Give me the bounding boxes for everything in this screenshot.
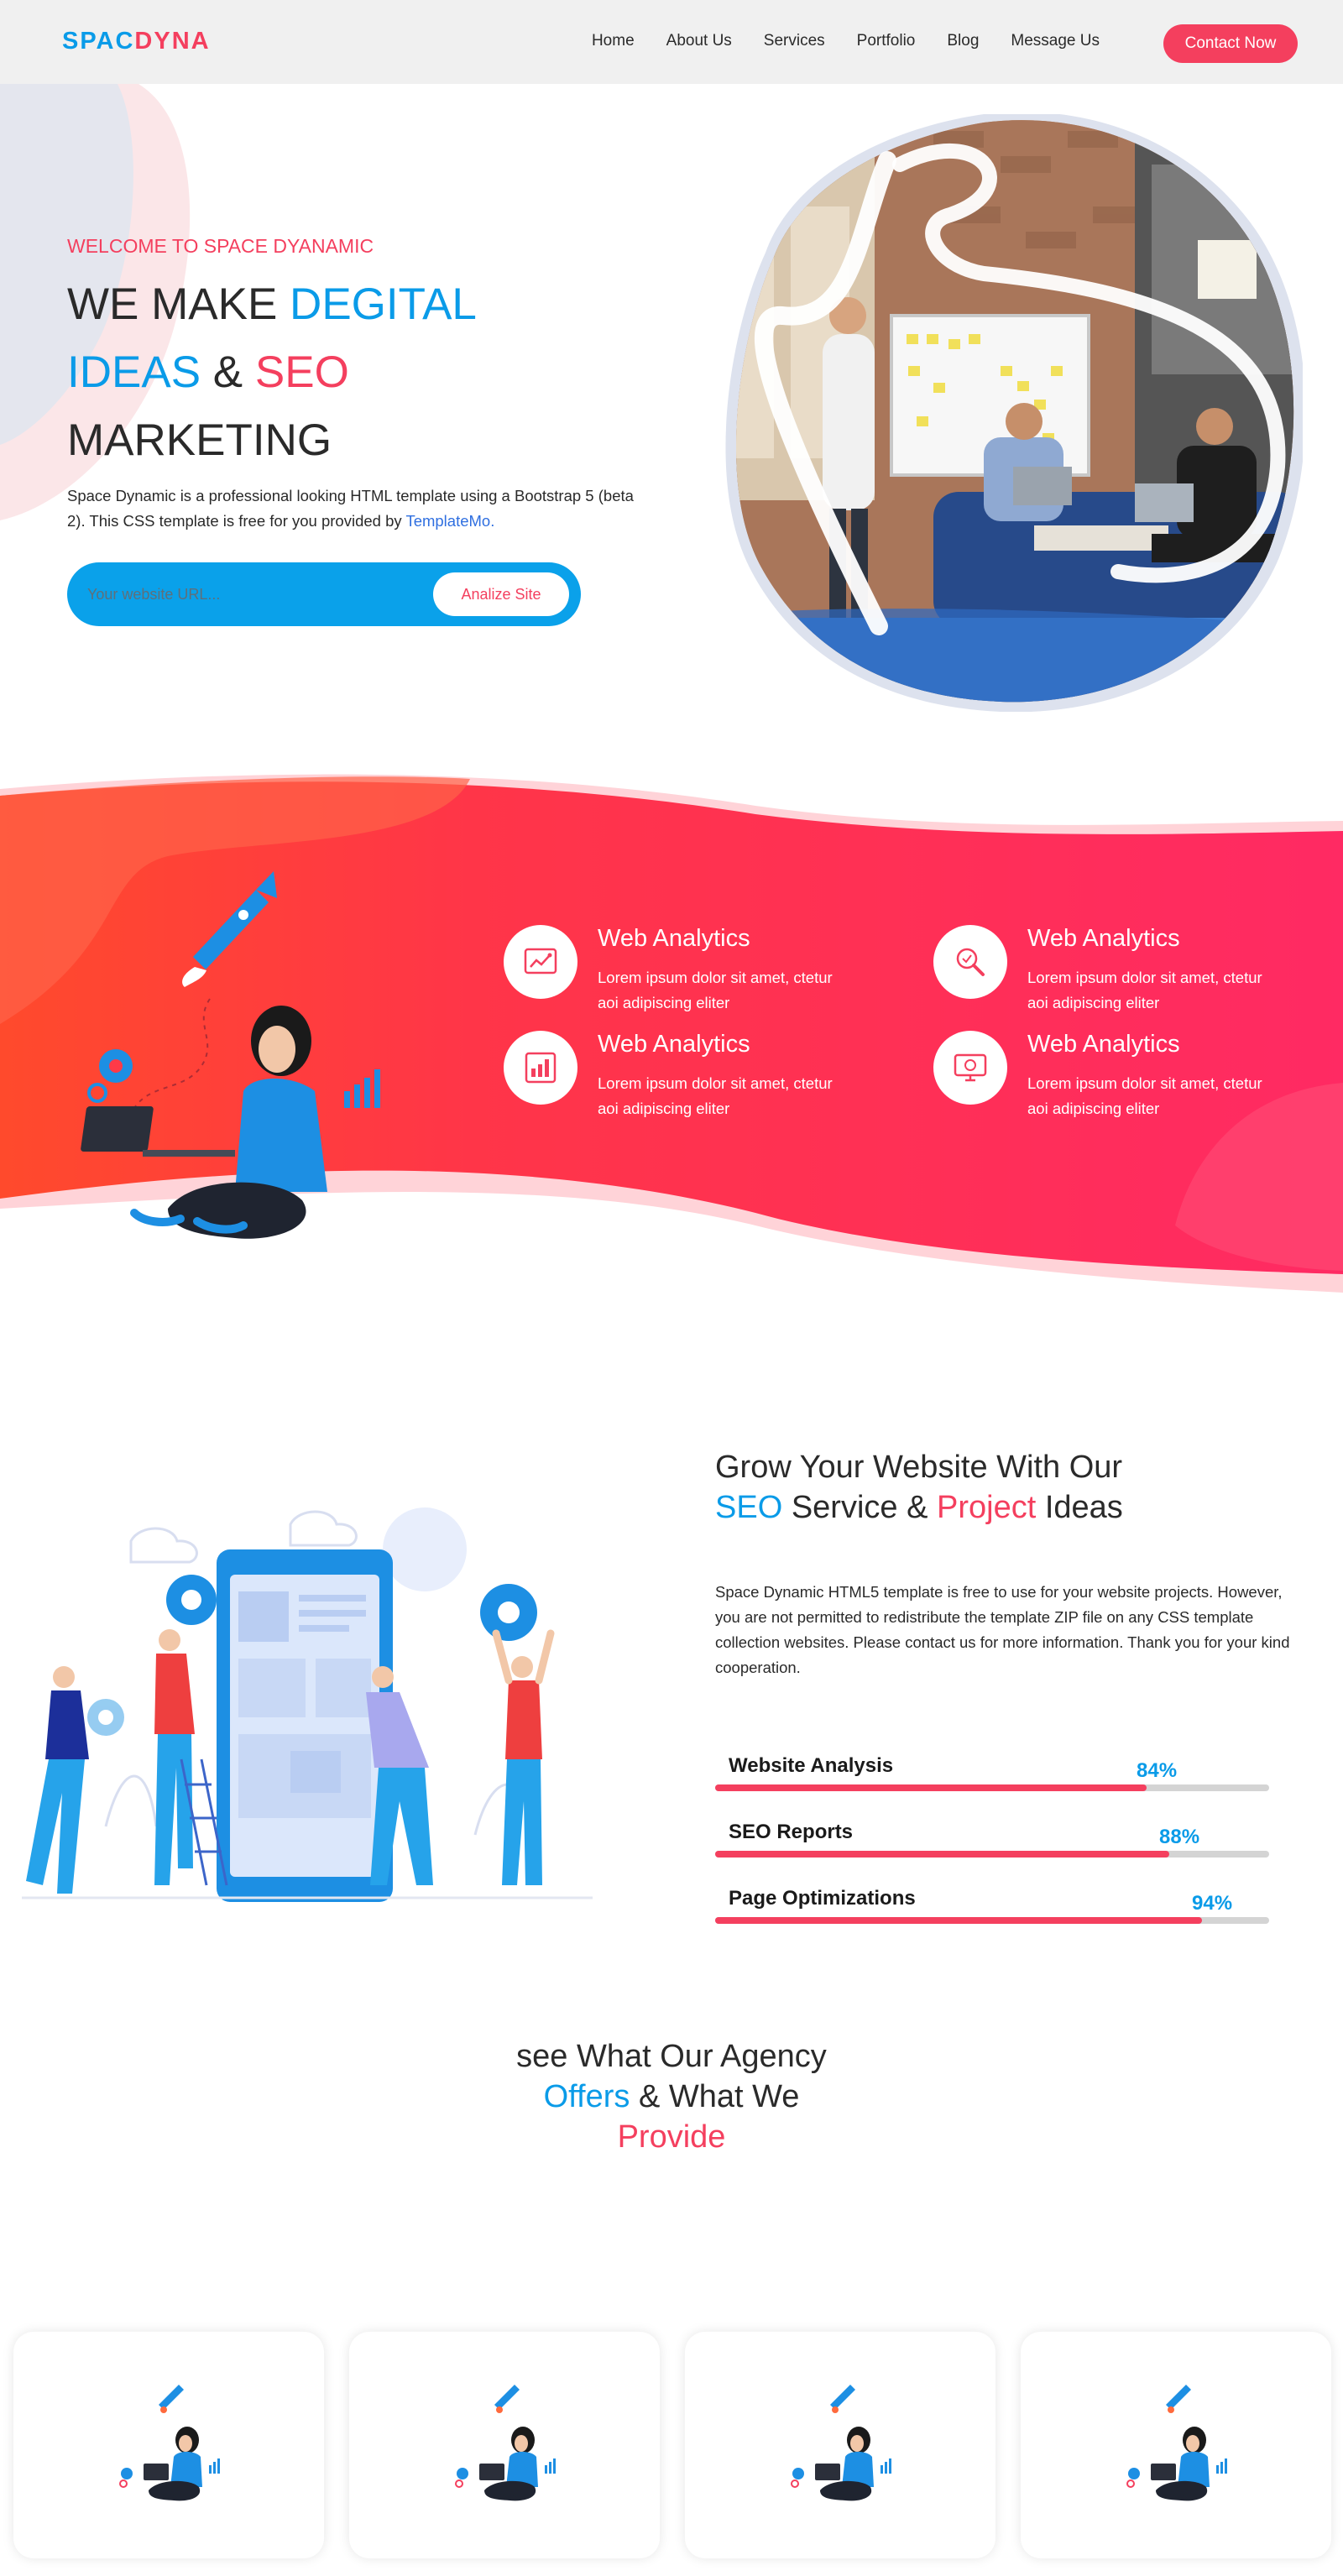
services-band-background (0, 774, 1343, 1293)
grow-title-part-4: Project (937, 1490, 1037, 1525)
feature-description: Lorem ipsum dolor sit amet, ctetur aoi a… (598, 1074, 833, 1117)
feature-icon-wrap (504, 1031, 577, 1105)
nav-services[interactable]: Services (764, 32, 825, 50)
nav-blog[interactable]: Blog (947, 32, 979, 50)
feature-icon-wrap (504, 925, 577, 999)
feature-card[interactable]: Web Analytics Lorem ipsum dolor sit amet… (933, 1031, 1336, 1123)
nav-message-us[interactable]: Message Us (1011, 32, 1100, 50)
feature-description: Lorem ipsum dolor sit amet, ctetur aoi a… (1027, 969, 1262, 1011)
feature-description: Lorem ipsum dolor sit amet, ctetur aoi a… (1027, 1074, 1262, 1117)
skill-bar: Website Analysis 84% (715, 1754, 1269, 1805)
offers-title-part-3: & What We (638, 2079, 800, 2114)
logo[interactable]: SPACDYNA (62, 28, 211, 55)
hero-description: Space Dynamic is a professional looking … (67, 483, 638, 534)
grow-title-part-3: Service & (791, 1490, 928, 1525)
contact-now-button[interactable]: Contact Now (1163, 24, 1298, 63)
grow-section-title: Grow Your Website With Our SEO Service &… (715, 1447, 1303, 1528)
feature-card[interactable]: Web Analytics Lorem ipsum dolor sit amet… (933, 925, 1336, 1017)
main-nav: Home About Us Services Portfolio Blog Me… (592, 32, 1100, 50)
skill-label: Website Analysis (729, 1754, 894, 1777)
rocket-woman-illustration (455, 2385, 556, 2501)
rocket-woman-illustration (119, 2385, 220, 2501)
skill-track (715, 1784, 1269, 1791)
feature-card[interactable]: Web Analytics Lorem ipsum dolor sit amet… (504, 1031, 907, 1123)
hero-title-part-4: & (212, 347, 243, 397)
analize-site-button[interactable]: Analize Site (433, 572, 569, 616)
offer-card[interactable] (13, 2332, 324, 2558)
feature-icon-wrap (933, 925, 1007, 999)
feature-card[interactable]: Web Analytics Lorem ipsum dolor sit amet… (504, 925, 907, 1017)
hero-title-part-3: IDEAS (67, 347, 201, 397)
grow-title-part-1: Grow Your Website With Our (715, 1450, 1123, 1485)
feature-title: Web Analytics (1027, 925, 1180, 952)
offers-title-part-4: Provide (617, 2119, 726, 2155)
offers-title-part-2: Offers (543, 2079, 630, 2114)
skill-fill (715, 1851, 1169, 1858)
chart-icon (524, 948, 557, 974)
offers-section-title: see What Our Agency Offers & What We Pro… (420, 2036, 923, 2157)
gear-left (166, 1575, 217, 1625)
nav-home[interactable]: Home (592, 32, 635, 50)
feature-title: Web Analytics (598, 925, 750, 952)
skill-fill (715, 1917, 1202, 1924)
team-gears-illustration (22, 1507, 593, 1902)
skill-percent: 84% (1137, 1759, 1178, 1782)
hero-team-photo (725, 114, 1303, 712)
magnifier-icon (956, 948, 985, 976)
skill-bar: SEO Reports 88% (715, 1821, 1269, 1871)
feature-icon-wrap (933, 1031, 1007, 1105)
grow-title-part-5: Ideas (1044, 1490, 1123, 1525)
logo-part-2: DYNA (134, 28, 211, 55)
skill-percent: 94% (1192, 1892, 1233, 1915)
logo-part-1: SPAC (62, 28, 135, 55)
website-url-input[interactable] (87, 578, 406, 610)
monitor-icon (954, 1053, 987, 1082)
skill-bar: Page Optimizations 94% (715, 1887, 1269, 1937)
skill-fill (715, 1784, 1147, 1791)
rocket-woman-illustration (1126, 2385, 1227, 2501)
templatemo-link[interactable]: TemplateMo. (405, 512, 494, 530)
skill-track (715, 1917, 1269, 1924)
skill-percent: 88% (1159, 1826, 1200, 1848)
hero-title-part-1: WE MAKE (67, 280, 278, 329)
analyze-form: Analize Site (67, 562, 581, 626)
hero-title-part-6: MARKETING (67, 415, 332, 465)
feature-title: Web Analytics (598, 1031, 750, 1058)
nav-about-us[interactable]: About Us (666, 32, 732, 50)
hero-title: WE MAKE DEGITAL IDEAS & SEO MARKETING (67, 270, 604, 474)
rocket-woman-illustration (791, 2385, 891, 2501)
skill-label: Page Optimizations (729, 1887, 916, 1910)
site-header: SPACDYNA Home About Us Services Portfoli… (0, 0, 1343, 84)
feature-description: Lorem ipsum dolor sit amet, ctetur aoi a… (598, 969, 833, 1011)
feature-title: Web Analytics (1027, 1031, 1180, 1058)
hero-description-text: Space Dynamic is a professional looking … (67, 487, 634, 530)
skill-track (715, 1851, 1269, 1858)
hero-title-part-2: DEGITAL (290, 280, 477, 329)
grow-title-part-2: SEO (715, 1490, 783, 1525)
nav-portfolio[interactable]: Portfolio (857, 32, 916, 50)
hero-title-part-5: SEO (254, 347, 349, 397)
offer-card[interactable] (685, 2332, 995, 2558)
grow-section-description: Space Dynamic HTML5 template is free to … (715, 1583, 1290, 1676)
hero-kicker: WELCOME TO SPACE DYANAMIC (67, 235, 374, 257)
offer-card[interactable] (349, 2332, 660, 2558)
report-icon (525, 1052, 557, 1084)
offers-title-part-1: see What Our Agency (516, 2039, 827, 2074)
offer-card[interactable] (1021, 2332, 1331, 2558)
skill-label: SEO Reports (729, 1821, 854, 1843)
